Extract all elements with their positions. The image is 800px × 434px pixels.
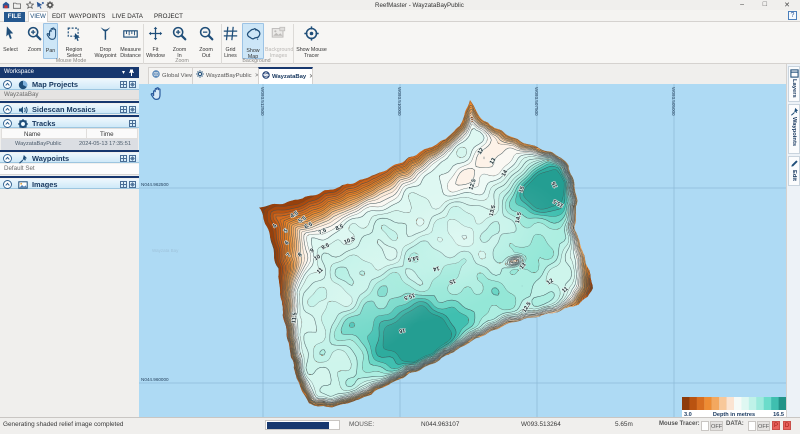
svg-text:W093.512500: W093.512500 bbox=[260, 87, 265, 116]
svg-text:N044.962500: N044.962500 bbox=[141, 182, 169, 187]
svg-text:W093.510000: W093.510000 bbox=[397, 87, 402, 116]
svg-text:N044.960000: N044.960000 bbox=[141, 377, 169, 382]
svg-text:16: 16 bbox=[399, 327, 406, 334]
svg-text:W093.505000: W093.505000 bbox=[671, 87, 676, 116]
svg-text:Wayzata Bay: Wayzata Bay bbox=[152, 248, 179, 253]
svg-text:W093.507500: W093.507500 bbox=[534, 87, 539, 116]
